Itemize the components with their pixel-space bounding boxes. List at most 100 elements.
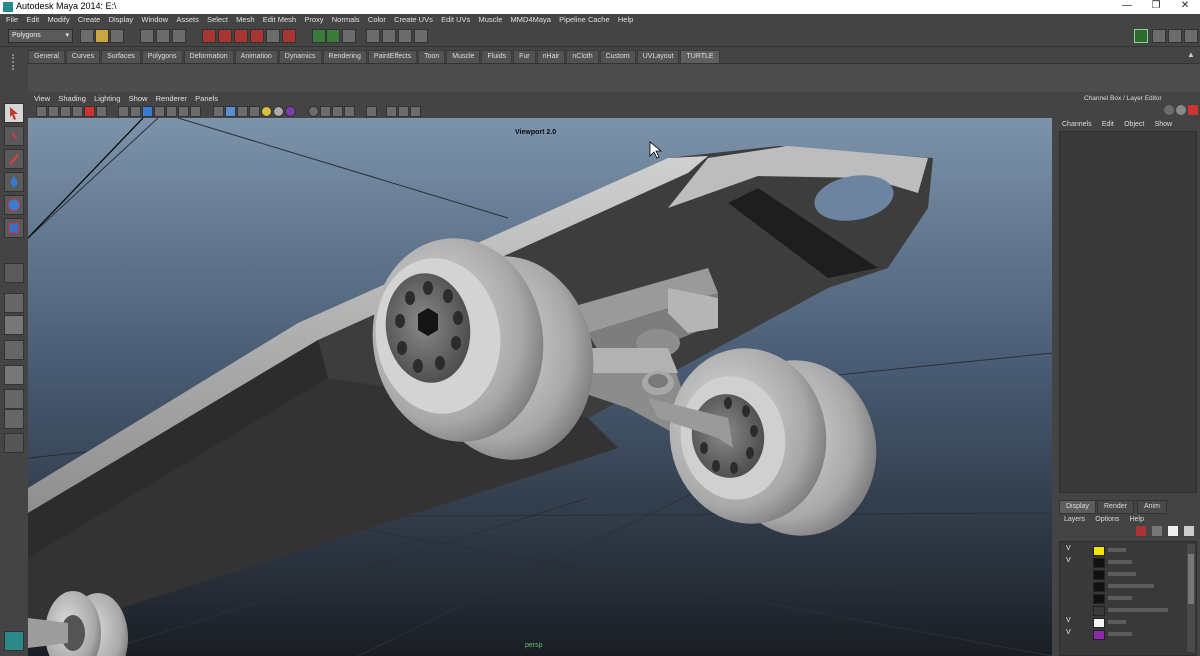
- shelf-tab-ncloth[interactable]: nCloth: [566, 50, 599, 64]
- layer-visibility-toggle[interactable]: V: [1066, 629, 1071, 636]
- clipboard-icon[interactable]: [342, 29, 356, 43]
- rotate-tool-icon[interactable]: [4, 195, 24, 215]
- use-all-lights-icon[interactable]: [261, 106, 272, 117]
- menu-select[interactable]: Select: [207, 14, 228, 26]
- channel-box-menu-channels[interactable]: Channels: [1062, 121, 1092, 128]
- snap-point-icon[interactable]: [234, 29, 248, 43]
- menu-mesh[interactable]: Mesh: [236, 14, 254, 26]
- shelf-tab-dynamics[interactable]: Dynamics: [278, 50, 322, 64]
- select-by-component-icon[interactable]: [172, 29, 186, 43]
- depth-of-field-icon[interactable]: [332, 106, 343, 117]
- xray-icon[interactable]: [366, 106, 377, 117]
- shelf-tab-animation[interactable]: Animation: [234, 50, 278, 64]
- wireframe-icon[interactable]: [213, 106, 224, 117]
- shelf-tab-curves[interactable]: Curves: [65, 50, 101, 64]
- channel-box-icon-c[interactable]: [1188, 105, 1198, 115]
- channel-box-menu-show[interactable]: Show: [1155, 121, 1173, 128]
- move-tool-icon[interactable]: [4, 172, 24, 192]
- layer-color-swatch[interactable]: [1093, 570, 1105, 580]
- channel-box-icon-b[interactable]: [1176, 105, 1186, 115]
- shelf-tab-uvlayout[interactable]: UVLayout: [636, 50, 680, 64]
- xray-joints-icon[interactable]: [386, 106, 397, 117]
- shelf-tab-fur[interactable]: Fur: [513, 50, 536, 64]
- image-plane-icon[interactable]: [72, 106, 83, 117]
- lasso-tool-icon[interactable]: [4, 126, 24, 146]
- viewport-menu-shading[interactable]: Shading: [58, 93, 86, 105]
- bookmarks-icon[interactable]: [60, 106, 71, 117]
- layer-row[interactable]: V: [1060, 544, 1184, 556]
- grid-icon[interactable]: [118, 106, 129, 117]
- viewport-menu-show[interactable]: Show: [129, 93, 148, 105]
- layer-color-swatch[interactable]: [1093, 606, 1105, 616]
- menu-edit-uvs[interactable]: Edit UVs: [441, 14, 470, 26]
- shelf-tab-muscle[interactable]: Muscle: [446, 50, 481, 64]
- perspective-viewport[interactable]: Viewport 2.0 persp: [28, 118, 1052, 656]
- layer-color-swatch[interactable]: [1093, 630, 1105, 640]
- layer-menu-help[interactable]: Help: [1130, 516, 1144, 523]
- menu-normals[interactable]: Normals: [332, 14, 360, 26]
- share-icon[interactable]: [410, 106, 421, 117]
- shelf-scroll-up-icon[interactable]: ▲: [1187, 50, 1195, 59]
- layer-visibility-toggle[interactable]: V: [1066, 545, 1071, 552]
- toggle-tool-settings-icon[interactable]: [1152, 29, 1166, 43]
- layer-row[interactable]: [1060, 580, 1184, 592]
- hypershade-layout-icon[interactable]: [4, 389, 24, 409]
- layer-visibility-toggle[interactable]: V: [1066, 557, 1071, 564]
- shelf-tab-fluids[interactable]: Fluids: [481, 50, 513, 64]
- menu-muscle[interactable]: Muscle: [479, 14, 503, 26]
- channel-box-menu-edit[interactable]: Edit: [1102, 121, 1114, 128]
- scale-tool-icon[interactable]: [4, 218, 24, 238]
- channel-box-panel[interactable]: [1059, 131, 1197, 493]
- shelf-tab-custom[interactable]: Custom: [599, 50, 636, 64]
- shelf-tab-nhair[interactable]: nHair: [536, 50, 566, 64]
- menu-create[interactable]: Create: [78, 14, 101, 26]
- minimize-button[interactable]: —: [1112, 0, 1142, 11]
- layer-tab-anim[interactable]: Anim: [1137, 500, 1167, 514]
- four-view-layout-icon[interactable]: [4, 315, 24, 335]
- field-chart-icon[interactable]: [166, 106, 177, 117]
- menu-edit-mesh[interactable]: Edit Mesh: [263, 14, 296, 26]
- layer-color-swatch[interactable]: [1093, 594, 1105, 604]
- screen-space-ao-icon[interactable]: [285, 106, 296, 117]
- camera-attributes-icon[interactable]: [48, 106, 59, 117]
- layer-color-swatch[interactable]: [1093, 546, 1105, 556]
- snap-curve-icon[interactable]: [218, 29, 232, 43]
- two-d-pan-zoom-icon[interactable]: [84, 106, 95, 117]
- render-current-frame-icon[interactable]: [366, 29, 380, 43]
- select-tool-icon[interactable]: [4, 103, 24, 123]
- save-scene-icon[interactable]: [110, 29, 124, 43]
- layer-up-icon[interactable]: [1168, 526, 1178, 536]
- snap-view-plane-icon[interactable]: [250, 29, 264, 43]
- snap-grid-icon[interactable]: [202, 29, 216, 43]
- paint-select-tool-icon[interactable]: [4, 149, 24, 169]
- select-by-hierarchy-icon[interactable]: [140, 29, 154, 43]
- viewport-menu-panels[interactable]: Panels: [195, 93, 218, 105]
- shelf-tab-polygons[interactable]: Polygons: [141, 50, 183, 64]
- viewport-menu-renderer[interactable]: Renderer: [156, 93, 187, 105]
- persp-outliner-layout-icon[interactable]: [4, 340, 24, 360]
- textured-icon[interactable]: [249, 106, 260, 117]
- single-perspective-layout-icon[interactable]: [4, 293, 24, 313]
- resolution-gate-icon[interactable]: [142, 106, 153, 117]
- shelf-tab-painteffects[interactable]: PaintEffects: [367, 50, 418, 64]
- shelf-tab-rendering[interactable]: Rendering: [322, 50, 367, 64]
- layer-row[interactable]: [1060, 568, 1184, 580]
- xray-active-components-icon[interactable]: [398, 106, 409, 117]
- gate-mask-icon[interactable]: [154, 106, 165, 117]
- layer-list-scroll-thumb[interactable]: [1188, 554, 1194, 604]
- menu-help[interactable]: Help: [618, 14, 633, 26]
- shelf-tab-deformation[interactable]: Deformation: [183, 50, 234, 64]
- maya-home-icon[interactable]: [4, 631, 24, 651]
- viewport-menu-lighting[interactable]: Lighting: [94, 93, 120, 105]
- layer-tab-display[interactable]: Display: [1059, 500, 1096, 514]
- new-layer-selected-icon[interactable]: [1152, 526, 1162, 536]
- history-icon[interactable]: [282, 29, 296, 43]
- layer-down-icon[interactable]: [1184, 526, 1194, 536]
- menu-pipeline-cache[interactable]: Pipeline Cache: [559, 14, 609, 26]
- menu-window[interactable]: Window: [141, 14, 168, 26]
- maximize-button[interactable]: ❐: [1141, 0, 1171, 11]
- layer-tab-render[interactable]: Render: [1097, 500, 1134, 514]
- layer-color-swatch[interactable]: [1093, 618, 1105, 628]
- new-layer-icon[interactable]: [1136, 526, 1146, 536]
- menu-create-uvs[interactable]: Create UVs: [394, 14, 433, 26]
